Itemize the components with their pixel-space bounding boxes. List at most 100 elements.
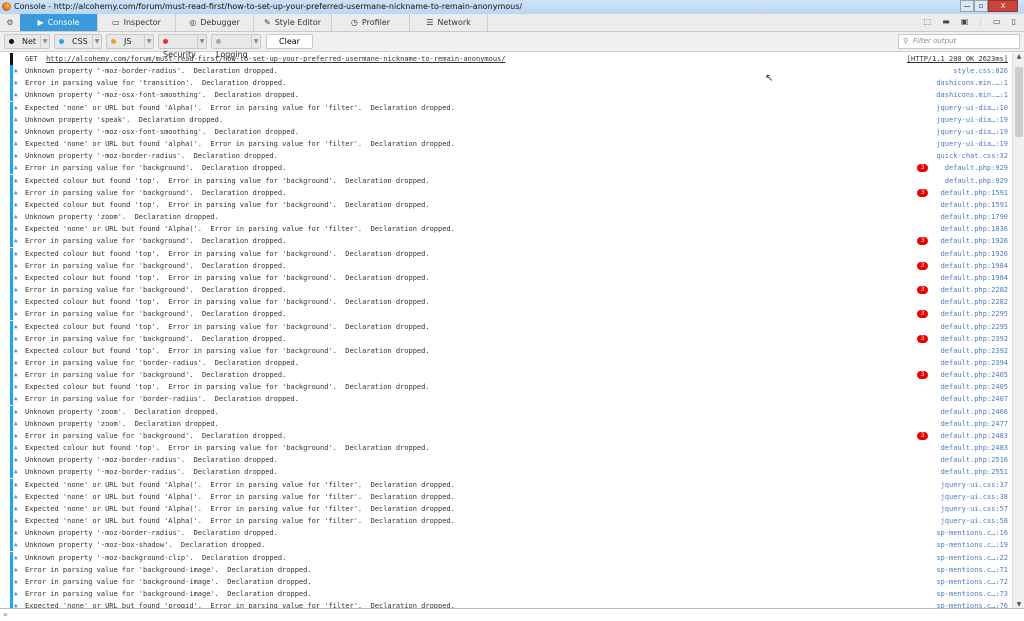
console-input[interactable]: » [0, 608, 1024, 621]
source-location-link[interactable]: sp-mentions.c…:73 [936, 588, 1008, 600]
source-location-link[interactable]: default.php:2407 [941, 393, 1008, 405]
console-message-row: ▲ Expected colour but found 'top'. Error … [0, 381, 1012, 394]
tab-console[interactable]: ▶ Console [20, 14, 98, 31]
source-location-link[interactable]: jquery-ui.css:58 [941, 515, 1008, 527]
source-location-link[interactable]: default.php:929 [945, 175, 1008, 187]
source-location-link[interactable]: default.php:2483 [941, 442, 1008, 454]
css-category-bar [10, 563, 13, 576]
source-location-link[interactable]: jquery-ui-dia…:19 [936, 126, 1008, 138]
source-location-link[interactable]: default.php:1984 [941, 260, 1008, 272]
source-location-link[interactable]: default.php:2282 [941, 284, 1008, 296]
chevron-down-icon[interactable]: ▼ [40, 35, 49, 48]
pick-element-icon[interactable]: ⬚ [924, 17, 932, 26]
warning-icon: ▲ [14, 67, 18, 75]
source-location-link[interactable]: default.php:1926 [941, 248, 1008, 260]
tab-inspector[interactable]: ▭ Inspector [98, 14, 176, 31]
source-location-link[interactable]: default.php:2282 [941, 296, 1008, 308]
source-location-link[interactable]: dashicons.min.…:1 [936, 89, 1008, 101]
console-message-row: ▲ Expected 'none' or URL but found 'progi… [0, 600, 1012, 608]
css-category-bar [10, 405, 13, 418]
responsive-mode-icon[interactable]: ▣ [961, 17, 969, 26]
warning-icon: ▲ [14, 115, 18, 123]
scroll-down-arrow-icon[interactable]: ▼ [1013, 601, 1024, 608]
chevron-down-icon[interactable]: ▼ [144, 35, 153, 48]
console-scrollbar[interactable]: ▲ ▼ [1012, 53, 1024, 608]
source-location-link[interactable]: jquery-ui-dia…:10 [936, 102, 1008, 114]
dock-side-icon[interactable]: ▯ [1012, 17, 1016, 26]
warning-icon: ▲ [14, 383, 18, 391]
gear-icon[interactable]: ⚙ [0, 14, 20, 31]
message-text: Unknown property '-moz-box-shadow'. Decl… [25, 541, 266, 550]
message-text: Expected 'none' or URL but found 'progid… [25, 602, 455, 608]
source-location-link[interactable]: default.php:2392 [941, 333, 1008, 345]
filter-output-input[interactable]: ⚲ Filter output [898, 34, 1020, 49]
css-category-bar [10, 502, 13, 515]
source-location-link[interactable]: default.php:1591 [941, 187, 1008, 199]
source-location-link[interactable]: jquery-ui.css:37 [941, 479, 1008, 491]
tab-style-editor[interactable]: ✎ Style Editor [254, 14, 332, 31]
source-location-link[interactable]: default.php:2405 [941, 369, 1008, 381]
source-location-link[interactable]: default.php:2551 [941, 466, 1008, 478]
css-category-bar [10, 454, 13, 467]
source-location-link[interactable]: quick-chat.css:32 [936, 150, 1008, 162]
source-location-link[interactable]: default.php:929 [945, 162, 1008, 174]
request-url[interactable]: http://alcohemy.com/forum/must-read-firs… [46, 55, 505, 63]
source-location-link[interactable]: default.php:2405 [941, 381, 1008, 393]
source-location-link[interactable]: jquery-ui-dia…:19 [936, 138, 1008, 150]
source-location-link[interactable]: default.php:1591 [941, 199, 1008, 211]
source-location-link[interactable]: sp-mentions.c…:19 [936, 539, 1008, 551]
tab-label: Debugger [200, 18, 240, 27]
scrollbar-thumb[interactable] [1015, 67, 1023, 137]
tab-debugger[interactable]: ◎ Debugger [176, 14, 254, 31]
source-location-link[interactable]: sp-mentions.c…:16 [936, 527, 1008, 539]
source-location-link[interactable]: default.php:2295 [941, 308, 1008, 320]
chevron-down-icon[interactable]: ▼ [251, 35, 260, 48]
source-location-link[interactable]: default.php:1790 [941, 211, 1008, 223]
source-location-link[interactable]: default.php:2477 [941, 418, 1008, 430]
source-location-link[interactable]: default.php:2466 [941, 406, 1008, 418]
maximize-button[interactable]: ▫ [974, 0, 988, 12]
source-location-link[interactable]: sp-mentions.c…:71 [936, 564, 1008, 576]
close-button[interactable]: X [988, 0, 1018, 12]
source-location-link[interactable]: jquery-ui.css:57 [941, 503, 1008, 515]
css-category-bar [10, 320, 13, 333]
source-location-link[interactable]: sp-mentions.c…:22 [936, 552, 1008, 564]
source-location-link[interactable]: jquery-ui-dia…:19 [936, 114, 1008, 126]
message-text: Expected 'none' or URL but found 'alpha(… [25, 140, 455, 149]
chevron-down-icon[interactable]: ▼ [92, 35, 101, 48]
filter-css-button[interactable]: CSS ▼ [54, 34, 102, 49]
source-location-link[interactable]: default.php:2516 [941, 454, 1008, 466]
source-location-link[interactable]: jquery-ui.css:38 [941, 491, 1008, 503]
console-message-row: ▲ Expected 'none' or URL but found 'Alpha… [0, 502, 1012, 515]
split-console-icon[interactable]: ▬ [942, 17, 950, 26]
console-message-row: ▲ Error in parsing value for 'background'… [0, 186, 1012, 199]
clear-button[interactable]: Clear [266, 34, 313, 49]
source-location-link[interactable]: sp-mentions.c…:72 [936, 576, 1008, 588]
request-status-link[interactable]: [HTTP/1.1 200 OK 2623ms] [907, 53, 1008, 65]
message-text: Unknown property '-moz-border-radius'. D… [25, 456, 278, 465]
tab-profiler[interactable]: ◷ Profiler [332, 14, 410, 31]
source-location-link[interactable]: default.php:1984 [941, 272, 1008, 284]
source-location-link[interactable]: default.php:2483 [941, 430, 1008, 442]
tab-label: Style Editor [274, 18, 321, 27]
source-location-link[interactable]: default.php:1926 [941, 235, 1008, 247]
console-message-row: ▲ Unknown property '-moz-border-radius'. … [0, 527, 1012, 540]
dock-bottom-icon[interactable]: ▭ [993, 17, 1001, 26]
minimize-button[interactable]: — [960, 0, 974, 12]
source-location-link[interactable]: default.php:2392 [941, 345, 1008, 357]
filter-net-button[interactable]: Net ▼ [4, 34, 50, 49]
scroll-up-arrow-icon[interactable]: ▲ [1013, 53, 1024, 60]
source-location-link[interactable]: default.php:2295 [941, 321, 1008, 333]
filter-security-button[interactable]: Security ▼ [158, 34, 207, 59]
source-location-link[interactable]: default.php:2394 [941, 357, 1008, 369]
source-location-link[interactable]: dashicons.min.…:1 [936, 77, 1008, 89]
warning-icon: ▲ [14, 334, 18, 342]
network-request-row[interactable]: GET http://alcohemy.com/forum/must-read-… [0, 53, 1012, 65]
source-location-link[interactable]: default.php:1836 [941, 223, 1008, 235]
filter-js-button[interactable]: JS ▼ [106, 34, 154, 49]
tab-network[interactable]: ☰ Network [410, 14, 488, 31]
filter-logging-button[interactable]: Logging ▼ [211, 34, 261, 59]
chevron-down-icon[interactable]: ▼ [197, 35, 206, 48]
source-location-link[interactable]: style.css:826 [953, 65, 1008, 77]
source-location-link[interactable]: sp-mentions.c…:76 [936, 600, 1008, 608]
